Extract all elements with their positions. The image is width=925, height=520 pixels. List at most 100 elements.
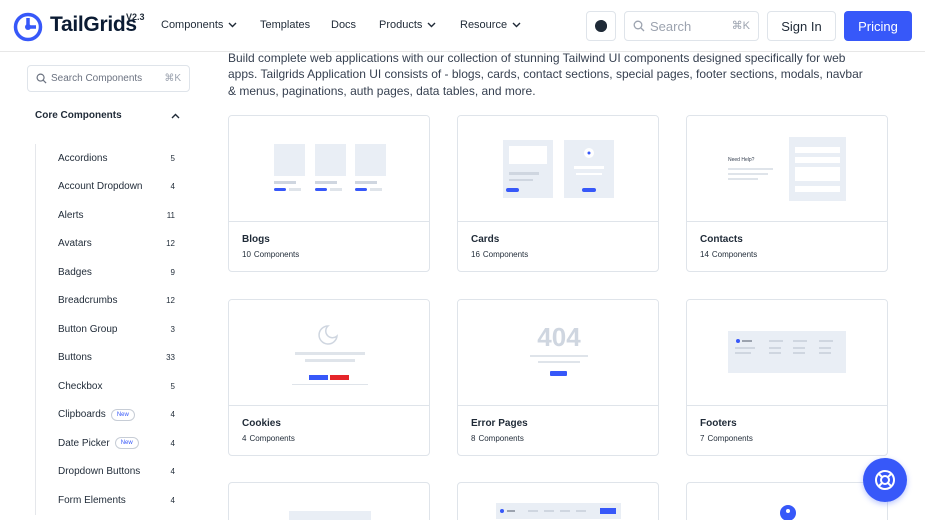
new-badge: New: [114, 437, 139, 450]
category-card-partial-1[interactable]: [228, 482, 430, 520]
chevron-down-icon: [512, 22, 521, 28]
category-card-partial-2[interactable]: [457, 482, 659, 520]
card-preview-image: [780, 505, 796, 520]
blogs-preview-image: [229, 116, 429, 222]
nav-components[interactable]: Components: [161, 19, 237, 31]
sidebar-item-count: 5: [170, 153, 175, 163]
top-search-input[interactable]: [650, 18, 730, 34]
card-preview-image: [289, 511, 371, 520]
chevron-down-icon: [427, 22, 436, 28]
card-subtitle: 16 Components: [471, 250, 528, 259]
top-navbar: TailGrids V2.3 Components Templates Docs…: [0, 0, 925, 52]
nav-products-label: Products: [379, 19, 423, 31]
error-preview-text: 404: [537, 322, 581, 352]
card-count: 8: [471, 434, 476, 443]
card-count: 10: [242, 250, 251, 259]
sidebar-component-list: Accordions 5 Account Dropdown 4 Alerts 11 A…: [35, 144, 180, 515]
search-icon: [633, 20, 645, 32]
sidebar-item-count: 11: [166, 210, 175, 220]
sidebar-item-count: 4: [170, 438, 175, 448]
help-chat-button[interactable]: [863, 458, 907, 502]
category-card-blogs[interactable]: Blogs 10 Components: [228, 115, 430, 272]
category-card-error-pages[interactable]: 404 Error Pages 8 Components: [457, 299, 659, 456]
sidebar-item-count: 5: [170, 381, 175, 391]
search-shortcut-hint: ⌘K: [731, 20, 750, 32]
search-icon: [36, 73, 47, 84]
category-card-partial-3[interactable]: [686, 482, 888, 520]
category-card-cards[interactable]: Cards 16 Components: [457, 115, 659, 272]
card-unit: Components: [478, 434, 524, 443]
card-count: 16: [471, 250, 480, 259]
nav-templates-label: Templates: [260, 19, 311, 31]
brand-name[interactable]: TailGrids: [50, 13, 137, 37]
sidebar-item-count: 4: [170, 495, 175, 505]
sidebar-item-accordions[interactable]: Accordions 5: [36, 144, 180, 173]
top-search-box[interactable]: ⌘K: [624, 11, 759, 41]
card-unit: Components: [482, 250, 529, 259]
sidebar-item-clipboards[interactable]: Clipboards New 4: [36, 401, 180, 430]
sidebar-item-form-elements[interactable]: Form Elements 4: [36, 486, 180, 515]
sidebar-item-dropdown-buttons[interactable]: Dropdown Buttons 4: [36, 458, 180, 487]
new-badge: New: [110, 408, 135, 421]
sidebar-item-account-dropdown[interactable]: Account Dropdown 4: [36, 173, 180, 202]
card-subtitle: 8 Components: [471, 434, 524, 443]
sidebar-item-count: 3: [170, 324, 175, 334]
tailgrids-logo[interactable]: [13, 12, 43, 42]
sidebar-item-label: Clipboards: [58, 409, 106, 421]
pricing-button[interactable]: Pricing: [844, 11, 912, 41]
nav-resource[interactable]: Resource: [460, 19, 521, 31]
sidebar-item-buttons[interactable]: Buttons 33: [36, 344, 180, 373]
card-subtitle: 4 Components: [242, 434, 295, 443]
sidebar-item-count: 4: [170, 182, 175, 192]
sidebar-search-shortcut: ⌘K: [164, 73, 181, 84]
sidebar-item-count: 9: [170, 267, 175, 277]
sidebar-item-breadcrumbs[interactable]: Breadcrumbs 12: [36, 287, 180, 316]
chevron-up-icon: [171, 113, 180, 118]
sidebar-item-badges[interactable]: Badges 9: [36, 258, 180, 287]
chevron-down-icon: [228, 22, 237, 28]
sidebar-search-box[interactable]: ⌘K: [27, 65, 190, 92]
sidebar-item-checkbox[interactable]: Checkbox 5: [36, 372, 180, 401]
category-card-cookies[interactable]: Cookies 4 Components: [228, 299, 430, 456]
nav-products[interactable]: Products: [379, 19, 436, 31]
sidebar: ⌘K Core Components Accordions 5 Account D…: [0, 52, 210, 520]
sidebar-item-count: 4: [170, 410, 175, 420]
card-title: Cookies: [242, 418, 281, 429]
error-pages-preview-image: 404: [458, 300, 658, 406]
category-card-footers[interactable]: Footers 7 Components: [686, 299, 888, 456]
sidebar-item-alerts[interactable]: Alerts 11: [36, 201, 180, 230]
sidebar-item-label: Form Elements: [58, 494, 126, 506]
category-card-contacts[interactable]: Need Help? Contacts 14 Components: [686, 115, 888, 272]
card-count: 14: [700, 250, 709, 259]
sidebar-item-avatars[interactable]: Avatars 12: [36, 230, 180, 259]
card-count: 4: [242, 434, 247, 443]
card-title: Cards: [471, 234, 500, 245]
card-subtitle: 14 Components: [700, 250, 757, 259]
sign-in-button[interactable]: Sign In: [767, 11, 836, 41]
sidebar-item-label: Checkbox: [58, 380, 103, 392]
sidebar-section-core-components[interactable]: Core Components: [35, 110, 180, 121]
sidebar-item-count: 4: [170, 467, 175, 477]
sidebar-item-label: Account Dropdown: [58, 181, 143, 193]
sidebar-item-date-picker[interactable]: Date Picker New 4: [36, 429, 180, 458]
cards-preview-image: [458, 116, 658, 222]
card-unit: Components: [711, 250, 758, 259]
nav-templates[interactable]: Templates: [260, 19, 310, 31]
intro-paragraph: Build complete web applications with our…: [228, 51, 863, 98]
lifebuoy-icon: [875, 470, 895, 490]
card-unit: Components: [707, 434, 753, 443]
sidebar-section-title: Core Components: [35, 110, 122, 121]
sidebar-item-label: Badges: [58, 266, 92, 278]
theme-toggle-button[interactable]: [586, 11, 616, 41]
sidebar-item-button-group[interactable]: Button Group 3: [36, 315, 180, 344]
sidebar-item-label: Accordions: [58, 152, 108, 164]
card-subtitle: 10 Components: [242, 250, 299, 259]
sidebar-item-label: Breadcrumbs: [58, 295, 118, 307]
sidebar-item-label: Date Picker: [58, 437, 110, 449]
nav-docs[interactable]: Docs: [331, 19, 356, 31]
sidebar-search-input[interactable]: [51, 73, 161, 84]
card-preview-image: [496, 503, 621, 519]
cookies-preview-image: [229, 300, 429, 406]
version-label: V2.3: [126, 12, 145, 22]
sidebar-item-count: 12: [166, 239, 175, 249]
